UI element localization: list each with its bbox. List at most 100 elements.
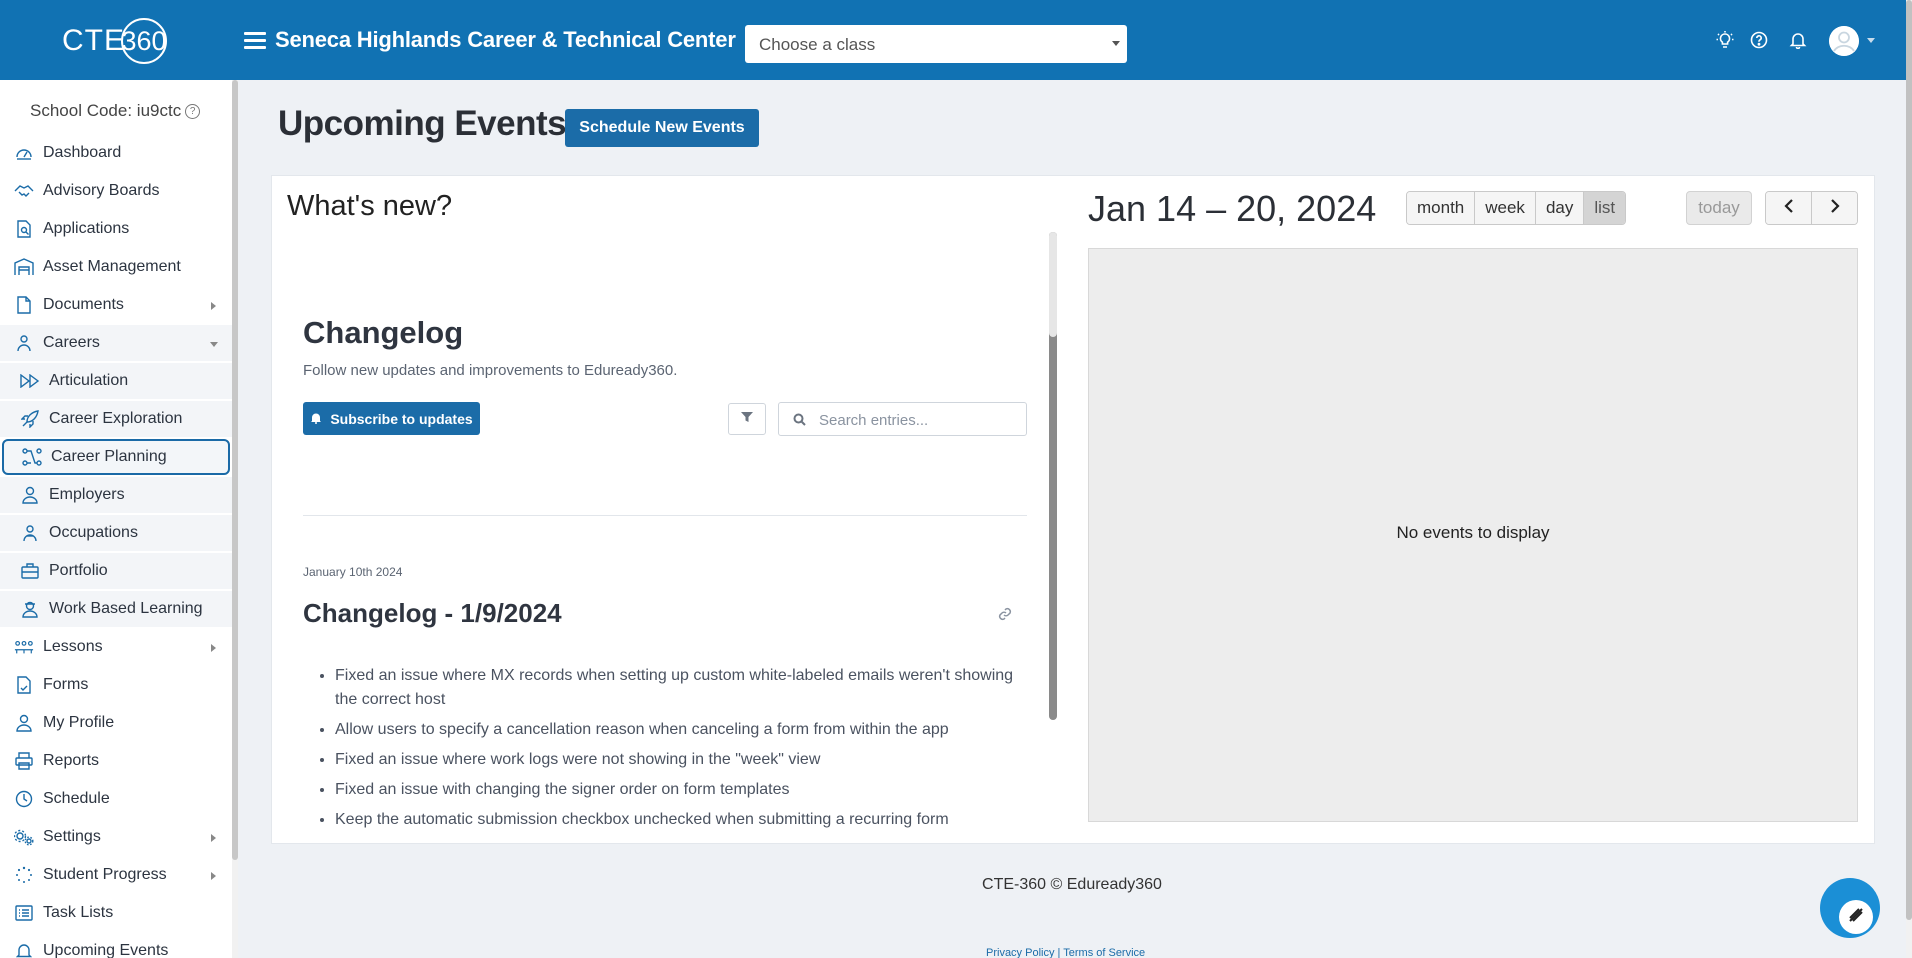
sidebar-item-career-exploration[interactable]: Career Exploration <box>0 401 232 437</box>
gears-icon <box>14 827 34 847</box>
pen-icon <box>1847 906 1865 929</box>
today-button[interactable]: today <box>1686 191 1752 225</box>
sidebar-scrollbar[interactable] <box>232 80 238 958</box>
sidebar-item-careers[interactable]: Careers <box>0 325 232 361</box>
chevron-right-icon <box>211 644 216 652</box>
calendar-nav <box>1765 191 1858 225</box>
link-icon[interactable] <box>998 607 1012 626</box>
school-code: School Code: iu9ctc? <box>30 101 201 121</box>
subscribe-button[interactable]: Subscribe to updates <box>303 402 480 435</box>
list-item: Keep the automatic submission checkbox u… <box>335 808 1035 828</box>
footer-separator: | <box>1057 947 1061 958</box>
avatar-caret-icon[interactable] <box>1867 38 1875 43</box>
view-list-button[interactable]: list <box>1584 192 1626 224</box>
page-scrollbar[interactable] <box>1906 0 1912 958</box>
sidebar-item-applications[interactable]: Applications <box>0 211 232 247</box>
sidebar-item-upcoming-events[interactable]: Upcoming Events <box>0 933 232 958</box>
sidebar-item-dashboard[interactable]: Dashboard <box>0 135 232 171</box>
search-placeholder: Search entries... <box>819 412 929 429</box>
sidebar-item-documents[interactable]: Documents <box>0 287 232 323</box>
schedule-new-events-button[interactable]: Schedule New Events <box>565 109 759 147</box>
bell-icon <box>310 411 322 427</box>
classroom-icon <box>14 637 34 657</box>
chevron-right-icon <box>1830 198 1840 218</box>
document-icon <box>14 295 34 315</box>
sidebar-item-articulation[interactable]: Articulation <box>0 363 232 399</box>
sidebar-item-my-profile[interactable]: My Profile <box>0 705 232 741</box>
divider <box>303 515 1027 516</box>
sidebar-item-work-based-learning[interactable]: Work Based Learning <box>0 591 232 627</box>
calendar-range-title: Jan 14 – 20, 2024 <box>1088 188 1377 229</box>
page-title: Upcoming Events <box>278 104 567 143</box>
footer-copyright: CTE-360 © Eduready360 <box>982 876 1162 893</box>
list-item: Fixed an issue where work logs were not … <box>335 748 1035 772</box>
rocket-icon <box>20 409 40 429</box>
prev-button[interactable] <box>1766 192 1812 224</box>
file-search-icon <box>14 219 34 239</box>
cte360-logo[interactable]: CTE 360 <box>62 18 180 64</box>
changelog-subtitle: Follow new updates and improvements to E… <box>303 362 678 379</box>
forward-icon <box>20 371 40 391</box>
bell-icon <box>14 941 34 958</box>
search-input[interactable]: Search entries... <box>778 402 1027 436</box>
view-week-button[interactable]: week <box>1475 192 1536 224</box>
user-icon <box>14 713 34 733</box>
user-avatar[interactable] <box>1829 26 1859 56</box>
terms-of-service-link[interactable]: Terms of Service <box>1063 947 1145 958</box>
calendar-view-switcher: month week day list <box>1406 191 1627 225</box>
chevron-right-icon <box>211 834 216 842</box>
warehouse-icon <box>14 257 34 277</box>
chevron-down-icon <box>210 342 218 347</box>
worker-icon <box>20 599 40 619</box>
whats-new-title: What's new? <box>287 190 453 222</box>
entry-title: Changelog - 1/9/2024 <box>303 598 562 628</box>
class-select-placeholder: Choose a class <box>759 35 876 54</box>
list-icon <box>14 903 34 923</box>
route-icon <box>22 447 42 467</box>
briefcase-icon <box>20 561 40 581</box>
list-item: Fixed an issue where MX records when set… <box>335 664 1035 712</box>
sidebar-item-lessons[interactable]: Lessons <box>0 629 232 665</box>
form-icon <box>14 675 34 695</box>
filter-icon <box>741 410 753 428</box>
search-icon <box>793 413 806 431</box>
printer-icon <box>14 751 34 771</box>
chevron-left-icon <box>1783 198 1794 218</box>
people-group-icon <box>20 523 40 543</box>
changelog-title: Changelog <box>303 315 464 350</box>
sidebar-item-forms[interactable]: Forms <box>0 667 232 703</box>
help-icon[interactable] <box>1748 29 1770 51</box>
sidebar-item-schedule[interactable]: Schedule <box>0 781 232 817</box>
next-button[interactable] <box>1812 192 1857 224</box>
view-day-button[interactable]: day <box>1535 192 1585 224</box>
menu-toggle-icon[interactable] <box>244 32 266 50</box>
list-item: Allow users to specify a cancellation re… <box>335 718 1035 742</box>
sidebar-item-advisory-boards[interactable]: Advisory Boards <box>0 173 232 209</box>
user-tie-icon <box>20 485 40 505</box>
chat-widget-button[interactable] <box>1820 878 1880 938</box>
top-bar: CTE 360 Seneca Highlands Career & Techni… <box>0 0 1906 80</box>
class-select[interactable]: Choose a class <box>745 25 1127 63</box>
changelog-widget[interactable]: Changelog Follow new updates and improve… <box>287 232 1047 828</box>
bell-icon[interactable] <box>1787 29 1809 51</box>
view-month-button[interactable]: month <box>1407 192 1476 224</box>
sidebar-item-employers[interactable]: Employers <box>0 477 232 513</box>
privacy-policy-link[interactable]: Privacy Policy <box>986 947 1054 958</box>
sidebar-item-asset-management[interactable]: Asset Management <box>0 249 232 285</box>
help-icon[interactable]: ? <box>185 104 201 119</box>
sidebar-item-reports[interactable]: Reports <box>0 743 232 779</box>
sidebar-item-task-lists[interactable]: Task Lists <box>0 895 232 931</box>
sidebar-item-settings[interactable]: Settings <box>0 819 232 855</box>
sidebar-item-career-planning[interactable]: Career Planning <box>2 439 230 475</box>
filter-button[interactable] <box>728 403 766 435</box>
gauge-icon <box>14 143 34 163</box>
list-item: Fixed an issue with changing the signer … <box>335 778 1035 802</box>
people-icon <box>14 333 34 353</box>
lightbulb-icon[interactable] <box>1714 29 1736 51</box>
clock-icon <box>14 789 34 809</box>
chevron-right-icon <box>211 302 216 310</box>
changelog-scrollbar[interactable] <box>1049 232 1057 720</box>
calendar-list-view: No events to display <box>1088 248 1858 822</box>
sidebar-item-portfolio[interactable]: Portfolio <box>0 553 232 589</box>
sidebar-item-occupations[interactable]: Occupations <box>0 515 232 551</box>
